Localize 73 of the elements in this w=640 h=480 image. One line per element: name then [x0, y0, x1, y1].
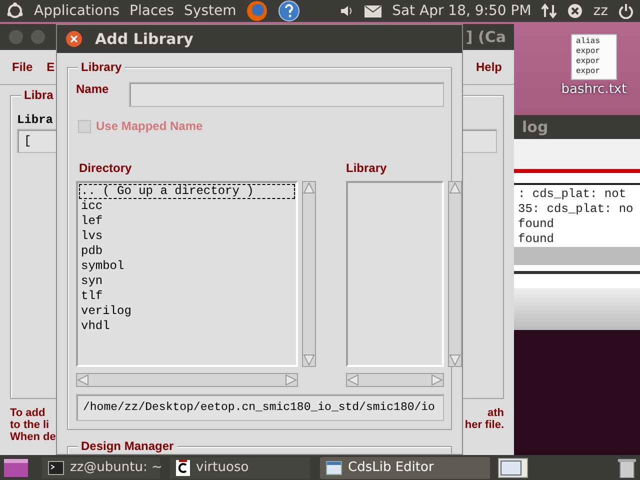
- list-item[interactable]: verilog: [79, 304, 295, 319]
- list-item[interactable]: lef: [79, 214, 295, 229]
- name-field[interactable]: [128, 82, 444, 107]
- network-arrows-icon[interactable]: [541, 3, 558, 19]
- input-field[interactable]: [514, 274, 640, 288]
- scroll-left-arrow-icon[interactable]: [77, 374, 89, 386]
- path-field[interactable]: /home/zz/Desktop/eetop.cn_smic180_io_std/smic180/io: [76, 394, 444, 421]
- group-label: Library: [78, 60, 125, 74]
- user-name[interactable]: zz: [593, 3, 608, 19]
- window-title: log: [522, 118, 548, 136]
- group-label: Libra: [21, 88, 56, 102]
- help-text: When de: [10, 431, 56, 443]
- taskbar-button[interactable]: zz@ubuntu: ~: [42, 456, 160, 478]
- menu-item[interactable]: E: [46, 60, 55, 74]
- column-label: Libra: [17, 113, 54, 127]
- text-file-icon[interactable]: alias expor expor expor: [571, 34, 617, 80]
- list-label: Library: [346, 161, 388, 175]
- app-icon: [176, 460, 190, 476]
- terminal-icon: [48, 460, 64, 474]
- scroll-down-arrow-icon[interactable]: [303, 354, 315, 366]
- menu-item[interactable]: Help: [476, 60, 502, 74]
- list-item[interactable]: icc: [79, 199, 295, 214]
- power-icon[interactable]: [618, 3, 634, 19]
- scrollbar[interactable]: [302, 181, 316, 367]
- window-icon: [326, 460, 342, 474]
- log-line: : cds_plat: not: [517, 187, 628, 202]
- list-item[interactable]: syn: [79, 274, 295, 289]
- checkbox-label: Use Mapped Name: [96, 119, 203, 133]
- scroll-right-arrow-icon[interactable]: [431, 374, 443, 386]
- list-item[interactable]: pdb: [79, 244, 295, 259]
- scroll-right-arrow-icon[interactable]: [285, 374, 297, 386]
- scroll-down-arrow-icon[interactable]: [449, 354, 461, 366]
- scroll-up-arrow-icon[interactable]: [449, 182, 461, 194]
- scrollbar[interactable]: [448, 181, 462, 367]
- panel-menu[interactable]: System: [184, 3, 236, 19]
- list-item[interactable]: lvs: [79, 229, 295, 244]
- log-line: found: [517, 217, 556, 232]
- help-text: To add: [10, 407, 46, 419]
- scrollbar[interactable]: [514, 247, 640, 265]
- scrollbar[interactable]: [76, 373, 298, 387]
- panel-menu[interactable]: Places: [130, 3, 174, 19]
- globe-icon[interactable]: [246, 0, 268, 22]
- scroll-left-arrow-icon[interactable]: [347, 374, 359, 386]
- help-text: her file.: [464, 419, 504, 431]
- window-title: ] (Ca: [466, 28, 506, 46]
- list-item[interactable]: .. ( Go up a directory ): [79, 184, 295, 199]
- speaker-icon[interactable]: [340, 4, 354, 18]
- dialog-title: Add Library: [95, 30, 194, 48]
- mail-icon[interactable]: [364, 4, 382, 18]
- name-label: Name: [76, 82, 109, 96]
- group-label: Design Manager: [78, 439, 177, 453]
- list-item[interactable]: tlf: [79, 289, 295, 304]
- list-label: Directory: [79, 161, 133, 175]
- log-line: 35: cds_plat: no: [517, 202, 634, 217]
- menu-item[interactable]: File: [12, 60, 33, 74]
- clock[interactable]: Sat Apr 18, 9:50 PM: [392, 3, 532, 19]
- scrollbar[interactable]: [346, 373, 444, 387]
- taskbar-button[interactable]: virtuoso: [170, 456, 310, 478]
- taskbar-button[interactable]: CdsLib Editor: [320, 456, 490, 478]
- window-switcher-icon[interactable]: [498, 458, 528, 478]
- help-text: to the li: [10, 419, 50, 431]
- panel-menu[interactable]: Applications: [34, 3, 120, 19]
- help-icon[interactable]: [278, 0, 300, 22]
- log-line: found: [517, 232, 556, 247]
- ubuntu-logo-icon[interactable]: [6, 2, 24, 20]
- scroll-up-arrow-icon[interactable]: [303, 182, 315, 194]
- file-name[interactable]: bashrc.txt: [561, 82, 627, 97]
- list-item[interactable]: vhdl: [79, 319, 295, 334]
- workspace-icon[interactable]: [4, 458, 28, 476]
- help-text: ath: [486, 407, 504, 419]
- list-item[interactable]: symbol: [79, 259, 295, 274]
- user-status-icon[interactable]: [567, 3, 584, 19]
- trash-icon[interactable]: [618, 458, 636, 478]
